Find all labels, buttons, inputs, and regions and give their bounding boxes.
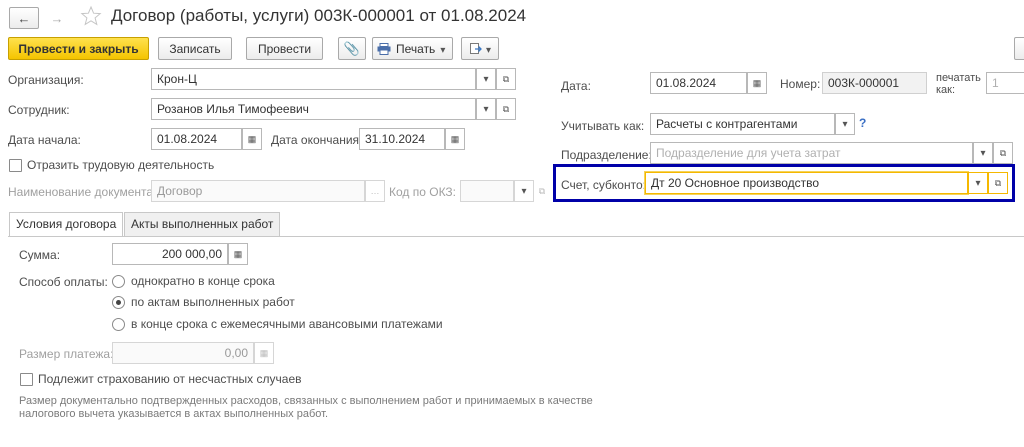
division-open-button[interactable]: ⧉	[993, 142, 1013, 164]
start-date-field[interactable]: 01.08.2024	[151, 128, 242, 150]
calendar-icon: ▦	[247, 133, 257, 144]
open-form-icon: ⧉	[999, 147, 1007, 158]
chevron-down-icon	[440, 42, 445, 56]
payment-size-label: Размер платежа:	[19, 347, 114, 361]
end-date-calendar-button[interactable]: ▦	[445, 128, 465, 150]
insurance-checkbox[interactable]	[20, 373, 33, 386]
attach-button[interactable]: 📎	[338, 37, 366, 60]
payment-option-acts-radio[interactable]	[112, 296, 125, 309]
organization-label: Организация:	[8, 73, 84, 87]
payment-option-once-radio[interactable]	[112, 275, 125, 288]
tab-panel-border	[8, 236, 1024, 237]
end-date-field[interactable]: 31.10.2024	[359, 128, 445, 150]
document-title: Договор (работы, услуги) 003К-000001 от …	[111, 6, 527, 25]
organization-open-button[interactable]: ⧉	[496, 68, 516, 90]
employee-label: Сотрудник:	[8, 103, 70, 117]
division-field[interactable]: Подразделение для учета затрат	[650, 142, 973, 164]
organization-field[interactable]: Крон-Ц	[151, 68, 476, 90]
okz-open-button: ⧉	[534, 180, 550, 202]
payment-size-field: 0,00	[112, 342, 254, 364]
payment-option-once-label: однократно в конце срока	[131, 274, 275, 288]
printer-icon	[377, 42, 391, 55]
start-date-calendar-button[interactable]: ▦	[242, 128, 262, 150]
open-form-icon: ⧉	[538, 185, 546, 196]
subconto-open-button[interactable]: ⧉	[988, 172, 1008, 194]
tab-contract-conditions[interactable]: Условия договора	[9, 212, 124, 237]
calculator-icon: ▦	[259, 347, 269, 358]
labor-activity-label: Отразить трудовую деятельность	[27, 158, 215, 172]
print-label: Печать	[396, 41, 436, 56]
print-as-field[interactable]: 1	[986, 72, 1024, 94]
title-bar: ← → Договор (работы, услуги) 003К-000001…	[0, 0, 1024, 34]
division-label: Подразделение:	[561, 148, 652, 162]
document-arrow-icon	[469, 42, 482, 55]
date-calendar-button[interactable]: ▦	[747, 72, 767, 94]
sum-label: Сумма:	[19, 248, 61, 262]
document-name-label: Наименование документа:	[8, 185, 157, 199]
document-name-select-button: …	[365, 180, 385, 202]
subconto-dropdown-button[interactable]	[968, 172, 988, 194]
arrow-left-icon: ←	[17, 10, 31, 26]
insurance-label: Подлежит страхованию от несчастных случа…	[38, 372, 302, 386]
calendar-icon: ▦	[752, 77, 762, 88]
date-field[interactable]: 01.08.2024	[650, 72, 747, 94]
number-label: Номер:	[780, 77, 821, 91]
account-as-dropdown-button[interactable]	[835, 113, 855, 135]
print-button[interactable]: Печать	[372, 37, 453, 60]
command-bar: Провести и закрыть Записать Провести 📎 П…	[0, 34, 1024, 64]
forward-button[interactable]: →	[44, 7, 70, 29]
subconto-field[interactable]: Дт 20 Основное производство	[645, 172, 968, 194]
more-actions-button[interactable]	[461, 37, 499, 60]
post-and-close-button[interactable]: Провести и закрыть	[8, 37, 149, 60]
number-field[interactable]: 003К-000001	[822, 72, 927, 94]
okz-code-field	[460, 180, 514, 202]
date-label: Дата:	[561, 79, 591, 93]
account-as-field[interactable]: Расчеты с контрагентами	[650, 113, 835, 135]
open-form-icon: ⧉	[994, 177, 1002, 188]
payment-option-monthly-label: в конце срока с ежемесячными авансовыми …	[131, 317, 443, 331]
payment-size-calculator-button: ▦	[254, 342, 274, 364]
open-form-icon: ⧉	[502, 73, 510, 84]
calendar-icon: ▦	[450, 133, 460, 144]
back-button[interactable]: ←	[9, 7, 39, 29]
sum-calculator-button[interactable]: ▦	[228, 243, 248, 265]
account-as-label: Учитывать как:	[561, 119, 645, 133]
employee-field[interactable]: Розанов Илья Тимофеевич	[151, 98, 476, 120]
chevron-down-icon	[486, 42, 491, 56]
start-date-label: Дата начала:	[8, 133, 81, 147]
employee-open-button[interactable]: ⧉	[496, 98, 516, 120]
sum-field[interactable]: 200 000,00	[112, 243, 228, 265]
open-form-icon: ⧉	[502, 103, 510, 114]
tab-work-acts[interactable]: Акты выполненных работ	[124, 212, 281, 236]
favorite-star-icon[interactable]	[80, 5, 102, 27]
labor-activity-checkbox[interactable]	[9, 159, 22, 172]
payment-method-label: Способ оплаты:	[19, 275, 108, 289]
employee-dropdown-button[interactable]	[476, 98, 496, 120]
post-button[interactable]: Провести	[246, 37, 323, 60]
help-icon[interactable]: ?	[859, 116, 866, 130]
print-as-label: печатать как:	[936, 72, 981, 96]
save-button[interactable]: Записать	[158, 37, 232, 60]
calculator-icon: ▦	[233, 248, 243, 259]
expenses-note: Размер документально подтвержденных расх…	[19, 395, 593, 420]
arrow-right-icon: →	[50, 10, 64, 26]
okz-code-label: Код по ОКЗ:	[389, 185, 457, 199]
paperclip-icon: 📎	[343, 40, 361, 56]
end-date-label: Дата окончания:	[271, 133, 363, 147]
okz-dropdown-button	[514, 180, 534, 202]
subconto-label: Счет, субконто:	[561, 178, 646, 192]
document-name-field: Договор	[151, 180, 365, 202]
division-dropdown-button[interactable]	[973, 142, 993, 164]
payment-option-monthly-radio[interactable]	[112, 318, 125, 331]
organization-dropdown-button[interactable]	[476, 68, 496, 90]
all-actions-button[interactable]	[1014, 37, 1024, 60]
payment-option-acts-label: по актам выполненных работ	[131, 295, 295, 309]
